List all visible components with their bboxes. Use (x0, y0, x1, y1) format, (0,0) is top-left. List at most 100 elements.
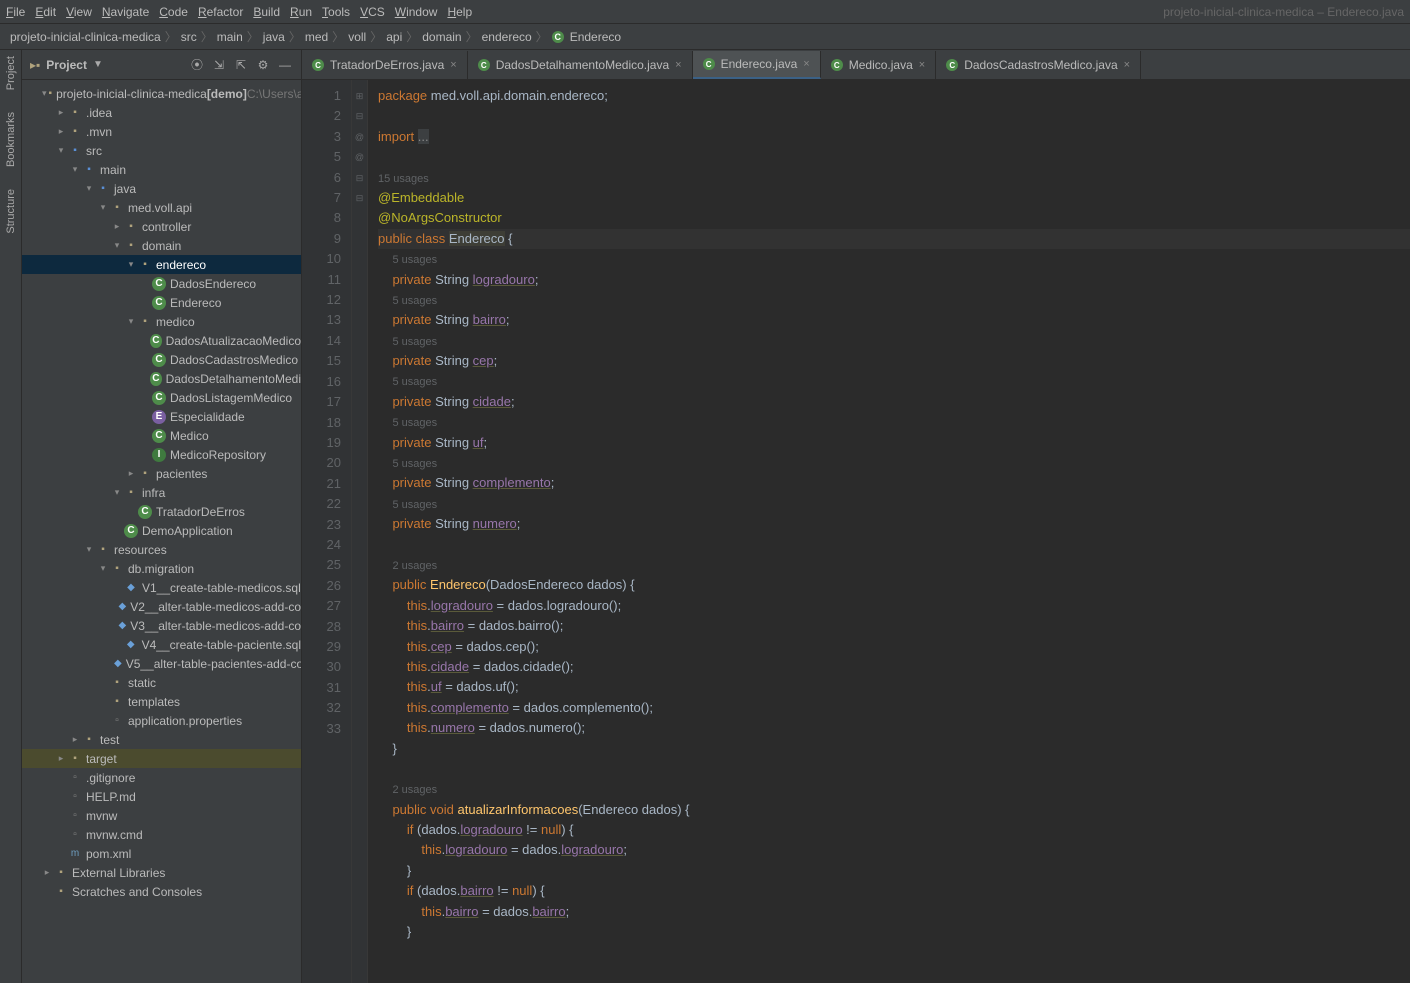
toolwindow-project[interactable]: Project (5, 56, 17, 90)
chevron-down-icon[interactable]: ▼ (93, 59, 103, 70)
expand-icon[interactable]: ⇲ (211, 57, 227, 73)
tree-arrow-icon[interactable]: ▾ (70, 164, 80, 175)
fold-toggle[interactable]: @ (352, 127, 367, 147)
code-line[interactable]: private String cep; (378, 351, 1410, 371)
code-line[interactable]: package med.voll.api.domain.endereco; (378, 86, 1410, 106)
code-line[interactable]: } (378, 739, 1410, 759)
tree-item[interactable]: CDadosDetalhamentoMedi (22, 369, 301, 388)
tree-item[interactable]: ▸▪External Libraries (22, 863, 301, 882)
hide-icon[interactable]: — (277, 57, 293, 73)
menu-tools[interactable]: Tools (322, 5, 350, 19)
fold-toggle[interactable]: ⊞ (352, 86, 367, 106)
toolwindow-bookmarks[interactable]: Bookmarks (5, 112, 17, 167)
tree-item[interactable]: CDadosListagemMedico (22, 388, 301, 407)
tree-arrow-icon[interactable]: ▾ (98, 202, 108, 213)
tree-item[interactable]: ◆V4__create-table-paciente.sql (22, 635, 301, 654)
code-line[interactable]: } (378, 922, 1410, 942)
tree-item[interactable]: ▸▪controller (22, 217, 301, 236)
locate-icon[interactable]: ⦿ (189, 57, 205, 73)
fold-column[interactable]: ⊞⊟@@⊟⊟ (352, 80, 368, 983)
menu-build[interactable]: Build (253, 5, 280, 19)
tree-arrow-icon[interactable]: ▸ (126, 468, 136, 479)
tree-arrow-icon[interactable]: ▾ (112, 240, 122, 251)
menu-view[interactable]: View (66, 5, 92, 19)
code-line[interactable]: private String logradouro; (378, 270, 1410, 290)
menu-vcs[interactable]: VCS (360, 5, 385, 19)
tree-item[interactable]: ▸▪test (22, 730, 301, 749)
tree-arrow-icon[interactable]: ▸ (56, 753, 66, 764)
tree-arrow-icon[interactable]: ▸ (70, 734, 80, 745)
code-line[interactable]: public Endereco(DadosEndereco dados) { (378, 575, 1410, 595)
tree-item[interactable]: ▾▪db.migration (22, 559, 301, 578)
code-line[interactable]: this.bairro = dados.bairro(); (378, 616, 1410, 636)
project-tree[interactable]: ▾▪projeto-inicial-clinica-medica [demo] … (22, 80, 301, 983)
tree-item[interactable]: CMedico (22, 426, 301, 445)
code-line[interactable]: if (dados.bairro != null) { (378, 881, 1410, 901)
tree-item[interactable]: ◆V3__alter-table-medicos-add-co (22, 616, 301, 635)
code-line[interactable] (378, 535, 1410, 555)
tree-item[interactable]: ▫.gitignore (22, 768, 301, 787)
code-line[interactable]: this.logradouro = dados.logradouro; (378, 840, 1410, 860)
menu-edit[interactable]: Edit (35, 5, 56, 19)
tree-item[interactable]: CEndereco (22, 293, 301, 312)
tree-item[interactable]: ▾▪medico (22, 312, 301, 331)
tree-item[interactable]: CTratadorDeErros (22, 502, 301, 521)
tree-item[interactable]: CDadosEndereco (22, 274, 301, 293)
tree-item[interactable]: mpom.xml (22, 844, 301, 863)
code-line[interactable] (378, 759, 1410, 779)
tree-item[interactable]: ▾▪main (22, 160, 301, 179)
code-line[interactable] (378, 147, 1410, 167)
code-line[interactable]: if (dados.logradouro != null) { (378, 820, 1410, 840)
tree-item[interactable]: ▪Scratches and Consoles (22, 882, 301, 901)
code-line[interactable]: public class Endereco { (378, 229, 1410, 249)
code-line[interactable]: } (378, 861, 1410, 881)
breadcrumb-item[interactable]: main (217, 30, 243, 44)
menu-refactor[interactable]: Refactor (198, 5, 243, 19)
code-line[interactable]: 2 usages (378, 779, 1410, 799)
code-line[interactable]: 15 usages (378, 168, 1410, 188)
fold-toggle[interactable]: ⊟ (352, 188, 367, 208)
breadcrumb-item[interactable]: domain (422, 30, 461, 44)
editor-tab[interactable]: CMedico.java× (821, 51, 936, 79)
menu-file[interactable]: File (6, 5, 25, 19)
tree-arrow-icon[interactable]: ▸ (56, 107, 66, 118)
tree-arrow-icon[interactable]: ▸ (42, 867, 52, 878)
code-line[interactable]: 5 usages (378, 494, 1410, 514)
collapse-icon[interactable]: ⇱ (233, 57, 249, 73)
editor-tab[interactable]: CDadosDetalhamentoMedico.java× (468, 51, 693, 79)
tree-item[interactable]: ▾▪endereco (22, 255, 301, 274)
breadcrumb-item[interactable]: voll (348, 30, 366, 44)
tree-arrow-icon[interactable]: ▾ (56, 145, 66, 156)
breadcrumb-item[interactable]: Endereco (570, 30, 621, 44)
tree-item[interactable]: ▪static (22, 673, 301, 692)
tree-item[interactable]: ▸▪pacientes (22, 464, 301, 483)
breadcrumb-item[interactable]: src (181, 30, 197, 44)
menu-window[interactable]: Window (395, 5, 438, 19)
code-line[interactable]: 5 usages (378, 249, 1410, 269)
tree-item[interactable]: CDadosAtualizacaoMedico (22, 331, 301, 350)
breadcrumb-item[interactable]: projeto-inicial-clinica-medica (10, 30, 161, 44)
tree-item[interactable]: ▾▪src (22, 141, 301, 160)
tree-arrow-icon[interactable]: ▾ (126, 259, 136, 270)
fold-toggle[interactable]: ⊟ (352, 106, 367, 126)
tree-item[interactable]: ◆V2__alter-table-medicos-add-co (22, 597, 301, 616)
close-icon[interactable]: × (803, 58, 809, 70)
breadcrumb-item[interactable]: api (386, 30, 402, 44)
tree-arrow-icon[interactable]: ▾ (42, 88, 47, 99)
tree-item[interactable]: ▾▪med.voll.api (22, 198, 301, 217)
code-line[interactable]: this.uf = dados.uf(); (378, 677, 1410, 697)
tree-item[interactable]: ▫mvnw (22, 806, 301, 825)
breadcrumb-item[interactable]: java (263, 30, 285, 44)
fold-toggle[interactable]: ⊟ (352, 168, 367, 188)
tree-arrow-icon[interactable]: ▾ (126, 316, 136, 327)
editor-tab[interactable]: CEndereco.java× (693, 51, 821, 79)
tree-item[interactable]: CDadosCadastrosMedico (22, 350, 301, 369)
tree-item[interactable]: ▪templates (22, 692, 301, 711)
code-line[interactable]: this.logradouro = dados.logradouro(); (378, 596, 1410, 616)
tree-item[interactable]: CDemoApplication (22, 521, 301, 540)
code-line[interactable]: this.complemento = dados.complemento(); (378, 698, 1410, 718)
code-line[interactable]: this.bairro = dados.bairro; (378, 902, 1410, 922)
code-line[interactable] (378, 106, 1410, 126)
tree-item[interactable]: IMedicoRepository (22, 445, 301, 464)
tree-item[interactable]: ▾▪projeto-inicial-clinica-medica [demo] … (22, 84, 301, 103)
